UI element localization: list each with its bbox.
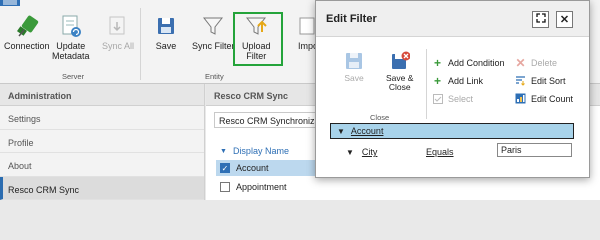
add-icon: + (433, 73, 441, 88)
save-close-icon (390, 51, 410, 71)
sort-icon (515, 75, 526, 86)
edit-sort-button[interactable]: Edit Sort (515, 75, 566, 86)
save-and-close-button[interactable]: Save & Close (386, 51, 413, 92)
delete-icon: ✕ (515, 55, 526, 70)
upload-filter-highlight (233, 12, 283, 66)
entity-group-label: Entity (205, 72, 224, 81)
save-icon (344, 51, 364, 71)
add-icon: + (433, 55, 441, 70)
update-metadata-button[interactable]: Update Metadata (52, 14, 90, 61)
plug-icon (15, 14, 39, 38)
maximize-button[interactable] (532, 11, 549, 28)
filter-tree-root[interactable]: ▼ Account (330, 123, 574, 139)
filter-icon (201, 14, 225, 38)
ribbon-divider (140, 8, 141, 80)
row-checkbox[interactable]: ✓ (220, 163, 230, 173)
app-menu-tab-shine (3, 0, 17, 5)
row-checkbox[interactable] (220, 182, 230, 192)
add-link-button[interactable]: + Add Link (432, 73, 483, 88)
edit-filter-dialog: Edit Filter ✕ Save Save & Close Close + … (315, 0, 590, 178)
condition-field-link[interactable]: City (362, 147, 378, 157)
sync-filter-button[interactable]: Sync Filter (192, 14, 235, 51)
save-button[interactable]: Save (154, 14, 178, 51)
column-header-display-name[interactable]: ▼ Display Name (220, 144, 289, 158)
collapse-icon[interactable]: ▼ (346, 148, 354, 157)
sort-desc-icon: ▼ (220, 147, 227, 155)
edit-count-button[interactable]: Edit Count (515, 93, 573, 104)
delete-button[interactable]: ✕ Delete (515, 55, 557, 70)
dialog-save-button[interactable]: Save (344, 51, 364, 83)
maximize-icon (535, 13, 546, 26)
condition-value-input[interactable]: Paris (497, 143, 572, 157)
select-button[interactable]: Select (432, 93, 473, 104)
left-navigation: Administration Settings Profile About Re… (0, 84, 205, 200)
sync-all-icon (106, 14, 130, 38)
sync-all-button[interactable]: Sync All (102, 14, 134, 51)
nav-item-resco-crm-sync[interactable]: Resco CRM Sync (0, 176, 204, 200)
table-row[interactable]: Appointment (216, 179, 326, 195)
dialog-title: Edit Filter (326, 12, 377, 25)
nav-header: Administration (0, 84, 204, 106)
close-icon: ✕ (559, 14, 570, 26)
nav-item-settings[interactable]: Settings (0, 106, 204, 130)
close-button[interactable]: ✕ (556, 11, 573, 28)
connection-button[interactable]: Connection (4, 14, 50, 51)
count-icon (515, 93, 526, 104)
nav-item-profile[interactable]: Profile (0, 130, 204, 153)
update-metadata-icon (59, 14, 83, 38)
toolbar-divider (426, 49, 427, 119)
select-checkbox-icon (432, 93, 443, 104)
root-entity-link[interactable]: Account (351, 126, 384, 136)
save-icon (154, 14, 178, 38)
table-row[interactable]: ✓ Account (216, 160, 326, 176)
close-group-label: Close (370, 113, 390, 122)
tab-resco-crm-synchronization[interactable]: Resco CRM Synchronization (214, 112, 324, 128)
nav-item-about[interactable]: About (0, 153, 204, 177)
add-condition-button[interactable]: + Add Condition (432, 55, 505, 70)
collapse-icon[interactable]: ▼ (337, 127, 345, 136)
condition-operator-link[interactable]: Equals (426, 147, 454, 157)
server-group-label: Server (62, 72, 85, 81)
